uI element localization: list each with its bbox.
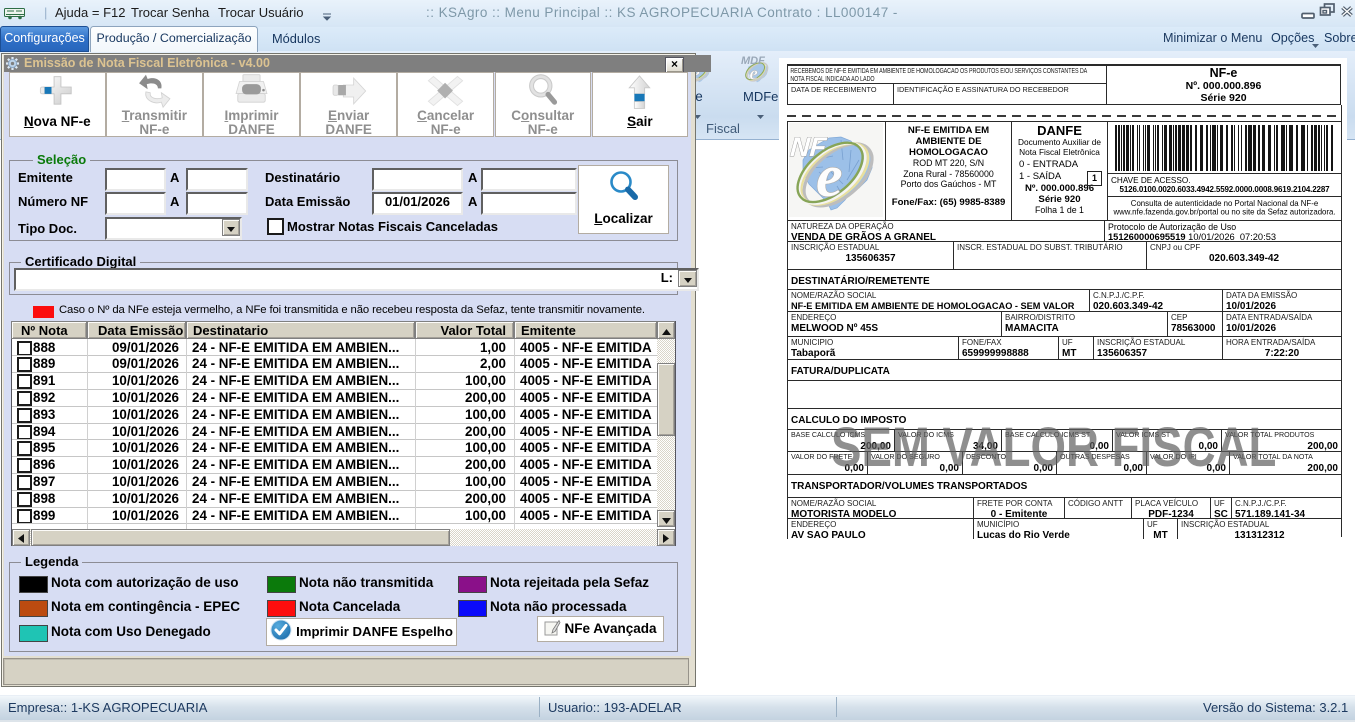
- svg-text:e: e: [816, 143, 843, 209]
